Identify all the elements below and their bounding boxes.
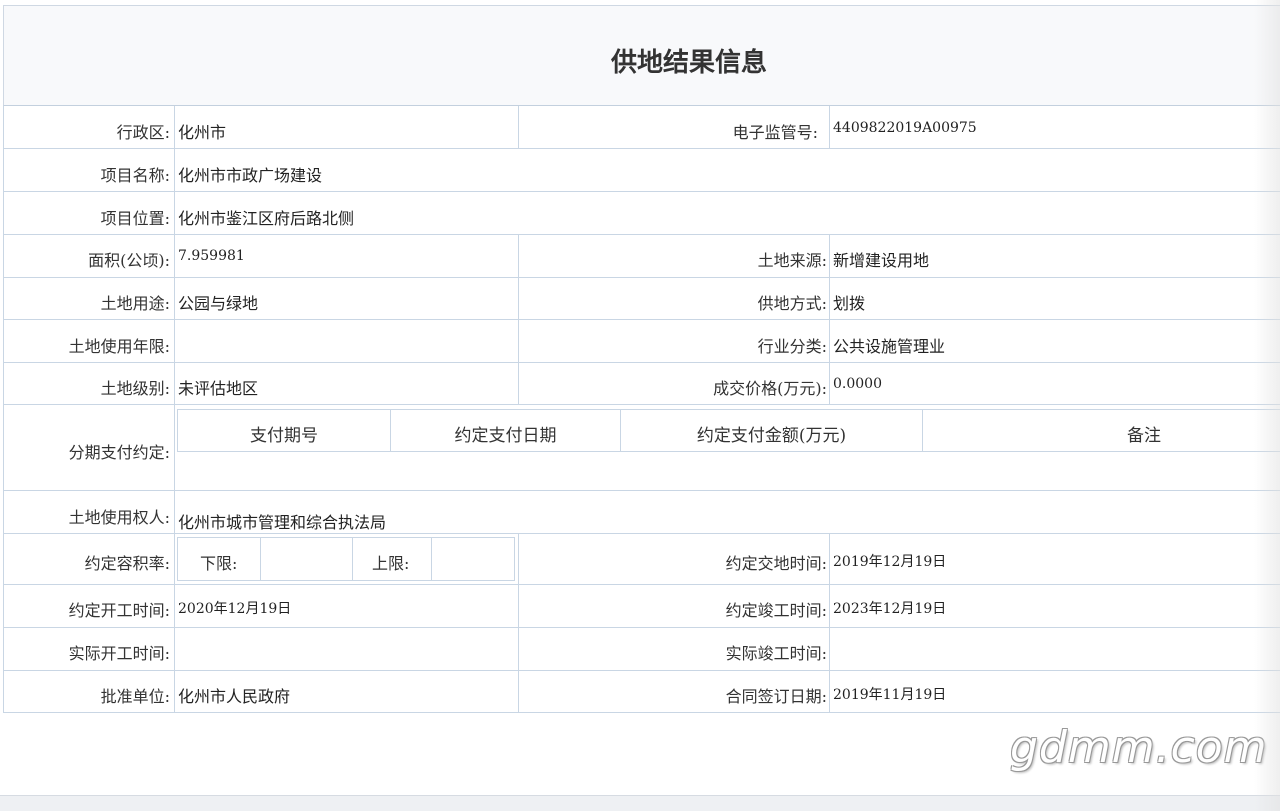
installment-table-header-bottom (177, 451, 1280, 452)
upper-limit-label-cell: 上限: (353, 538, 432, 580)
upper-limit-label: 上限: (372, 554, 410, 573)
use-term-label: 土地使用年限: (68, 337, 170, 356)
installment-header-remark: 备注 (1127, 426, 1161, 446)
industry-label: 行业分类: (757, 337, 827, 356)
completion-value: 2023年12月19日 (833, 601, 947, 617)
price-label: 成交价格(万元): (713, 379, 827, 398)
row-divider (3, 670, 1280, 671)
supply-method-value: 划拨 (833, 294, 866, 313)
supervision-no-value: 4409822019A00975 (833, 120, 977, 136)
contract-date-label: 合同签订日期: (725, 687, 827, 706)
row-divider (3, 712, 1280, 713)
row-divider (3, 362, 1280, 363)
industry-value: 公共设施管理业 (833, 337, 946, 356)
approver-value: 化州市人民政府 (178, 687, 291, 706)
row-divider (3, 533, 1280, 534)
right-label-divider (829, 234, 830, 405)
land-source-value: 新增建设用地 (833, 251, 930, 270)
title-band: 供地结果信息 (3, 5, 1280, 106)
project-name-label: 项目名称: (100, 166, 170, 185)
actual-completion-label: 实际竣工时间: (725, 644, 827, 663)
right-holder-label: 土地使用权人: (68, 508, 170, 527)
installment-header-period: 支付期号 (250, 426, 318, 446)
land-supply-result-page: 供地结果信息 行政区: 化州市 电子监管号: 4409822019A00975 … (0, 0, 1280, 811)
district-value: 化州市 (178, 123, 227, 142)
plot-ratio-box: 下限: 上限: (177, 537, 515, 581)
lower-limit-value-cell (261, 538, 353, 580)
page-title: 供地结果信息 (610, 48, 767, 78)
supervision-no-label: 电子监管号: (732, 123, 818, 142)
page-footer-strip (0, 795, 1280, 811)
table-left-border (3, 106, 4, 712)
middle-divider (518, 234, 519, 405)
middle-divider (518, 106, 519, 149)
approver-label: 批准单位: (100, 687, 170, 706)
handover-label: 约定交地时间: (725, 554, 827, 573)
row-divider (3, 148, 1280, 149)
handover-value: 2019年12月19日 (833, 554, 947, 570)
row-divider (3, 584, 1280, 585)
watermark-logo: gdmm.com (1010, 722, 1268, 773)
right-label-divider (829, 106, 830, 149)
supply-method-label: 供地方式: (757, 294, 827, 313)
district-label: 行政区: (116, 123, 170, 142)
lower-limit-label-cell: 下限: (178, 538, 261, 580)
installment-header-date: 约定支付日期 (454, 426, 557, 446)
land-grade-label: 土地级别: (100, 379, 170, 398)
price-value: 0.0000 (833, 376, 882, 392)
land-source-label: 土地来源: (757, 251, 827, 270)
actual-start-label: 实际开工时间: (68, 644, 170, 663)
row-divider (3, 404, 1280, 405)
row-divider (3, 627, 1280, 628)
row-divider (3, 234, 1280, 235)
start-value: 2020年12月19日 (178, 601, 292, 617)
contract-date-value: 2019年11月19日 (833, 687, 947, 703)
plot-ratio-label: 约定容积率: (84, 554, 170, 573)
project-location-value: 化州市鉴江区府后路北侧 (178, 209, 355, 228)
area-label: 面积(公顷): (88, 251, 170, 270)
land-grade-value: 未评估地区 (178, 379, 259, 398)
project-name-value: 化州市市政广场建设 (178, 166, 323, 185)
row-divider (3, 277, 1280, 278)
right-edge-shadow (1254, 0, 1280, 811)
label-column-divider (174, 106, 175, 712)
row-divider (3, 319, 1280, 320)
right-label-divider (829, 533, 830, 712)
installment-header-amount: 约定支付金额(万元) (696, 426, 847, 446)
upper-limit-value-cell (432, 538, 514, 580)
area-value: 7.959981 (178, 248, 245, 264)
row-divider (3, 490, 1280, 491)
middle-divider (518, 533, 519, 712)
land-use-value: 公园与绿地 (178, 294, 259, 313)
installment-table-top (177, 409, 1280, 410)
completion-label: 约定竣工时间: (725, 601, 827, 620)
land-use-label: 土地用途: (100, 294, 170, 313)
installment-label: 分期支付约定: (68, 443, 170, 462)
row-divider (3, 191, 1280, 192)
project-location-label: 项目位置: (100, 209, 170, 228)
right-holder-value: 化州市城市管理和综合执法局 (178, 513, 387, 532)
start-label: 约定开工时间: (68, 601, 170, 620)
lower-limit-label: 下限: (200, 554, 238, 573)
